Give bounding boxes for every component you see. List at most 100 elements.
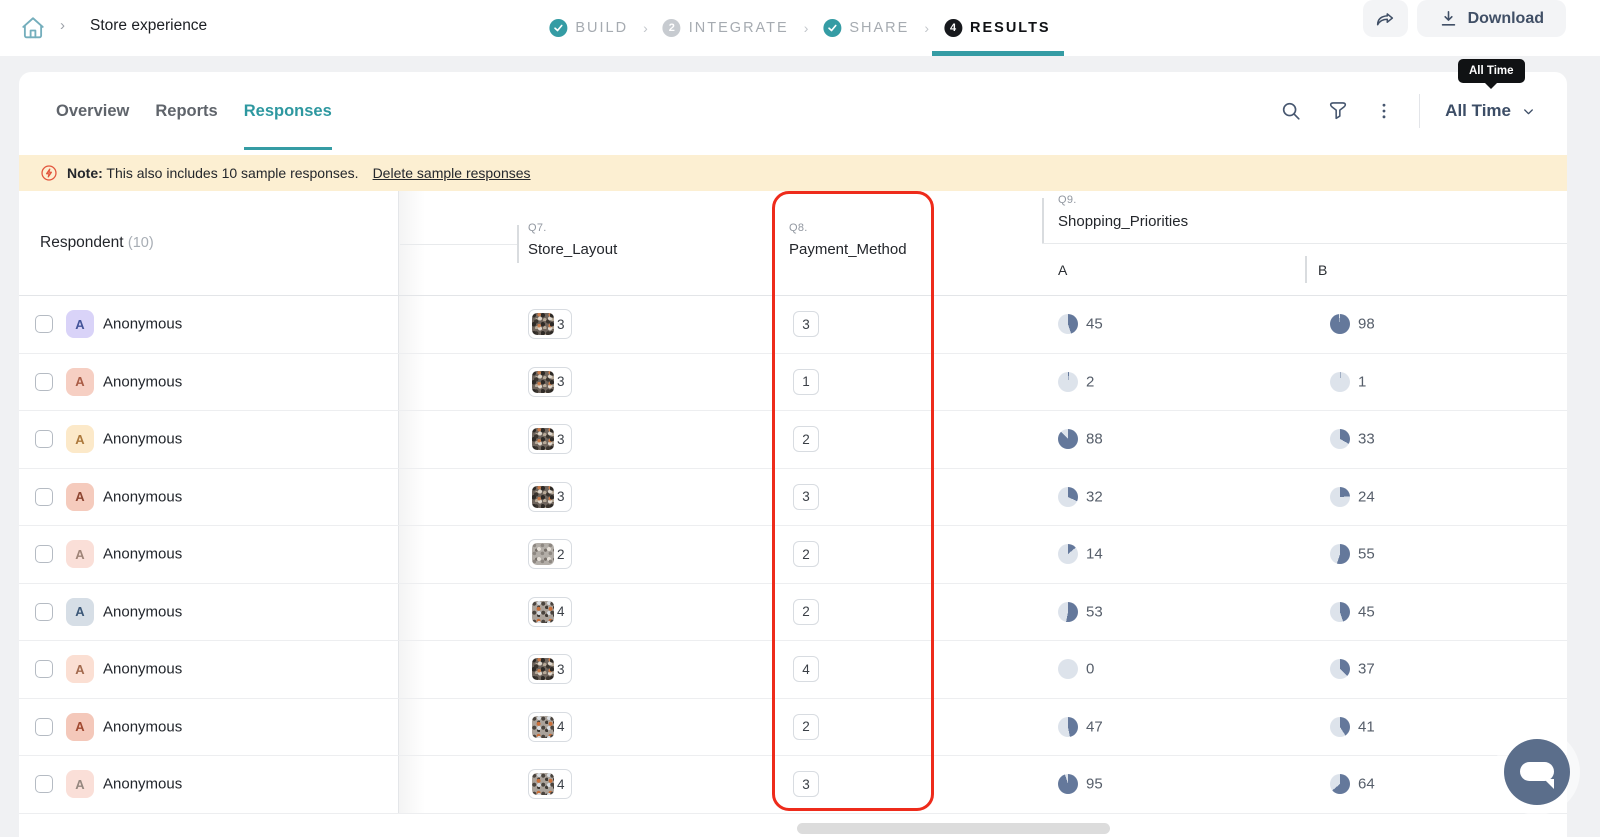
chat-launcher-button[interactable] <box>1504 739 1570 805</box>
store-layout-value: 2 <box>557 547 565 562</box>
store-layout-thumbnail <box>532 773 554 795</box>
table-row: A Anonymous 4 3 95 64 <box>19 756 1567 814</box>
payment-method-value: 1 <box>802 374 810 389</box>
priority-a-value: 47 <box>1086 718 1103 735</box>
payment-method-cell[interactable]: 3 <box>793 771 819 797</box>
tab-overview[interactable]: Overview <box>56 72 129 150</box>
row-checkbox[interactable] <box>35 718 53 736</box>
respondent-name: Anonymous <box>103 661 182 678</box>
row-checkbox[interactable] <box>35 660 53 678</box>
priority-a-pie-icon <box>1058 602 1078 622</box>
share-button[interactable] <box>1363 0 1408 37</box>
priority-b-pie-icon <box>1330 774 1350 794</box>
column-divider <box>1042 243 1567 244</box>
step-integrate[interactable]: 2 INTEGRATE <box>663 19 789 37</box>
more-options-icon[interactable] <box>1374 101 1394 121</box>
priority-a-value: 95 <box>1086 776 1103 793</box>
share-forward-icon <box>1374 8 1396 30</box>
payment-method-cell[interactable]: 3 <box>793 484 819 510</box>
q8-column-header[interactable]: Payment_Method <box>789 241 907 258</box>
delete-sample-responses-link[interactable]: Delete sample responses <box>373 165 531 181</box>
payment-method-value: 3 <box>802 317 810 332</box>
payment-method-value: 2 <box>802 604 810 619</box>
priority-b-pie-icon <box>1330 487 1350 507</box>
row-checkbox[interactable] <box>35 603 53 621</box>
column-divider <box>400 244 517 245</box>
avatar: A <box>66 655 94 683</box>
responses-card: Overview Reports Responses All <box>19 72 1567 837</box>
payment-method-cell[interactable]: 3 <box>793 311 819 337</box>
table-row: A Anonymous 3 4 0 37 <box>19 641 1567 699</box>
tab-responses[interactable]: Responses <box>244 72 332 150</box>
q7-column-header[interactable]: Store_Layout <box>528 241 617 258</box>
table-row: A Anonymous 3 3 32 24 <box>19 469 1567 527</box>
row-checkbox[interactable] <box>35 315 53 333</box>
respondent-name: Anonymous <box>103 488 182 505</box>
filter-icon[interactable] <box>1327 100 1349 122</box>
step-build[interactable]: BUILD <box>549 19 628 37</box>
table-rows: A Anonymous 3 3 45 98 A Anonymous 3 1 2 … <box>19 296 1567 814</box>
step-share[interactable]: SHARE <box>823 19 909 37</box>
step-number: 4 <box>944 19 962 37</box>
store-layout-thumbnail <box>532 716 554 738</box>
store-layout-cell[interactable]: 4 <box>528 597 572 627</box>
payment-method-value: 2 <box>802 547 810 562</box>
table-row: A Anonymous 4 2 47 41 <box>19 699 1567 757</box>
step-results[interactable]: 4 RESULTS <box>944 19 1051 37</box>
tab-reports[interactable]: Reports <box>155 72 217 150</box>
store-layout-cell[interactable]: 3 <box>528 424 572 454</box>
store-layout-cell[interactable]: 3 <box>528 309 572 339</box>
row-checkbox[interactable] <box>35 545 53 563</box>
priority-b-value: 55 <box>1358 546 1375 563</box>
home-icon[interactable] <box>20 15 46 41</box>
payment-method-cell[interactable]: 2 <box>793 599 819 625</box>
store-layout-cell[interactable]: 2 <box>528 539 572 569</box>
priority-a-pie-icon <box>1058 717 1078 737</box>
payment-method-value: 3 <box>802 777 810 792</box>
payment-method-cell[interactable]: 2 <box>793 714 819 740</box>
horizontal-scrollbar[interactable] <box>797 823 1110 834</box>
payment-method-cell[interactable]: 1 <box>793 369 819 395</box>
store-layout-cell[interactable]: 3 <box>528 367 572 397</box>
time-filter-dropdown[interactable]: All Time <box>1445 101 1536 121</box>
check-icon <box>549 19 567 37</box>
table-row: A Anonymous 3 3 45 98 <box>19 296 1567 354</box>
priority-a-value: 0 <box>1086 661 1094 678</box>
store-layout-cell[interactable]: 3 <box>528 482 572 512</box>
priority-a-pie-icon <box>1058 659 1078 679</box>
top-bar: › Store experience BUILD › 2 INTEGRATE ›… <box>0 0 1600 56</box>
priority-b-value: 37 <box>1358 661 1375 678</box>
sample-responses-banner: Note: This also includes 10 sample respo… <box>19 155 1567 191</box>
store-layout-thumbnail <box>532 313 554 335</box>
priority-a-value: 88 <box>1086 431 1103 448</box>
payment-method-cell[interactable]: 2 <box>793 541 819 567</box>
table-row: A Anonymous 3 2 88 33 <box>19 411 1567 469</box>
search-icon[interactable] <box>1280 100 1302 122</box>
tab-bar: Overview Reports Responses All <box>19 72 1567 150</box>
priority-b-value: 98 <box>1358 316 1375 333</box>
divider <box>1419 94 1420 128</box>
banner-prefix: Note: <box>67 165 103 181</box>
row-checkbox[interactable] <box>35 488 53 506</box>
avatar: A <box>66 598 94 626</box>
q7-number: Q7. <box>528 222 547 234</box>
row-checkbox[interactable] <box>35 430 53 448</box>
payment-method-cell[interactable]: 2 <box>793 426 819 452</box>
row-checkbox[interactable] <box>35 373 53 391</box>
store-layout-cell[interactable]: 3 <box>528 654 572 684</box>
avatar: A <box>66 425 94 453</box>
download-icon <box>1439 9 1458 28</box>
subcolumn-a-header: A <box>1058 262 1067 278</box>
q9-column-header[interactable]: Shopping_Priorities <box>1058 213 1188 230</box>
store-layout-cell[interactable]: 4 <box>528 712 572 742</box>
column-divider <box>517 225 519 263</box>
step-separator-icon: › <box>643 20 648 36</box>
store-layout-value: 4 <box>557 604 565 619</box>
priority-b-value: 33 <box>1358 431 1375 448</box>
priority-b-pie-icon <box>1330 717 1350 737</box>
payment-method-cell[interactable]: 4 <box>793 656 819 682</box>
row-checkbox[interactable] <box>35 775 53 793</box>
priority-b-pie-icon <box>1330 659 1350 679</box>
store-layout-cell[interactable]: 4 <box>528 769 572 799</box>
download-button[interactable]: Download <box>1417 0 1566 37</box>
